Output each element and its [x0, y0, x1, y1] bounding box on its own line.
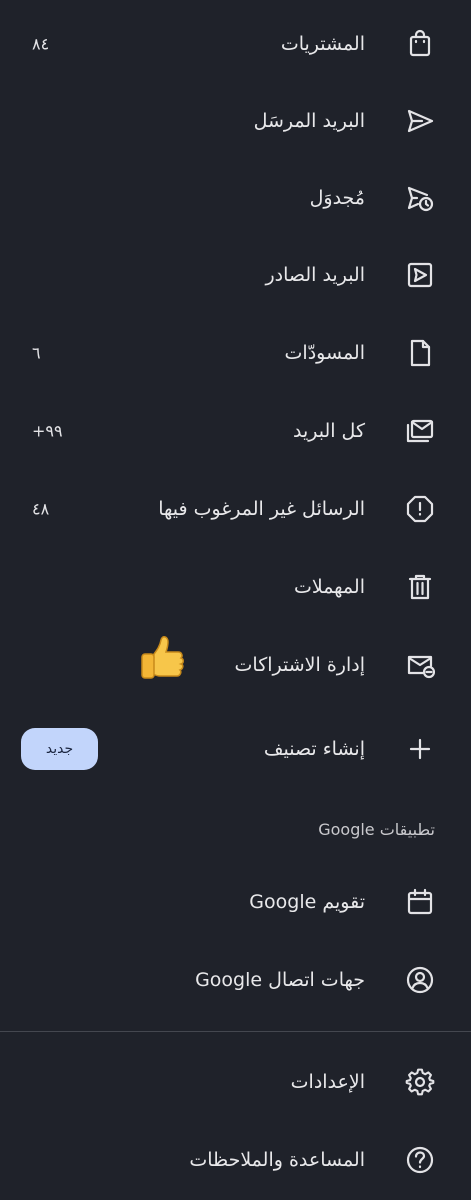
unread-count: ٨٤	[32, 34, 50, 54]
menu-item-label: الرسائل غير المرغوب فيها	[158, 498, 365, 520]
menu-item-scheduled[interactable]: مُجدوَل	[0, 168, 471, 228]
unread-count: ٦	[32, 343, 41, 363]
settings-icon	[405, 1067, 435, 1097]
send-icon	[405, 106, 435, 136]
spam-icon	[405, 494, 435, 524]
menu-item-google-contacts[interactable]: جهات اتصال Google	[0, 950, 471, 1010]
menu-item-settings[interactable]: الإعدادات	[0, 1052, 471, 1112]
menu-item-google-calendar[interactable]: تقويم Google	[0, 872, 471, 932]
menu-item-manage-subscriptions[interactable]: إدارة الاشتراكات	[0, 635, 471, 695]
draft-icon	[405, 338, 435, 368]
menu-item-label: المساعدة والملاحظات	[189, 1149, 365, 1171]
divider	[0, 1031, 471, 1032]
plus-icon	[405, 734, 435, 764]
menu-item-label: مُجدوَل	[309, 187, 365, 209]
menu-item-label: المسودّات	[284, 342, 365, 364]
manage-subscriptions-icon	[405, 650, 435, 680]
google-apps-title: تطبيقات Google	[318, 820, 435, 839]
all-mail-icon	[405, 416, 435, 446]
new-badge: جديد	[21, 728, 98, 770]
menu-item-outbox[interactable]: البريد الصادر	[0, 245, 471, 305]
menu-item-purchases[interactable]: المشتريات ٨٤	[0, 14, 471, 74]
menu-item-label: تقويم Google	[249, 891, 365, 913]
menu-item-label: المهملات	[293, 576, 365, 598]
unread-count: ٤٨	[32, 499, 50, 519]
menu-item-drafts[interactable]: المسودّات ٦	[0, 323, 471, 383]
scheduled-send-icon	[405, 183, 435, 213]
menu-item-label: المشتريات	[280, 33, 365, 55]
shopping-bag-icon	[405, 29, 435, 59]
menu-item-spam[interactable]: الرسائل غير المرغوب فيها ٤٨	[0, 479, 471, 539]
menu-item-all-mail[interactable]: كل البريد +٩٩	[0, 401, 471, 461]
thumbs-up-icon	[141, 636, 184, 679]
menu-item-label: البريد الصادر	[265, 264, 365, 286]
help-icon	[405, 1145, 435, 1175]
menu-item-label: الإعدادات	[290, 1071, 365, 1093]
contacts-icon	[405, 965, 435, 995]
menu-item-trash[interactable]: المهملات	[0, 557, 471, 617]
create-label-button[interactable]: إنشاء تصنيف جديد	[0, 719, 471, 779]
calendar-icon	[405, 887, 435, 917]
menu-item-label: جهات اتصال Google	[195, 969, 365, 991]
menu-item-help-feedback[interactable]: المساعدة والملاحظات	[0, 1130, 471, 1190]
menu-item-label: إدارة الاشتراكات	[234, 654, 365, 676]
menu-item-sent[interactable]: البريد المرسَل	[0, 91, 471, 151]
create-label-text: إنشاء تصنيف	[263, 738, 365, 760]
trash-icon	[405, 572, 435, 602]
menu-item-label: كل البريد	[292, 420, 365, 442]
unread-count: +٩٩	[32, 421, 63, 441]
outbox-icon	[405, 260, 435, 290]
menu-item-label: البريد المرسَل	[253, 110, 365, 132]
